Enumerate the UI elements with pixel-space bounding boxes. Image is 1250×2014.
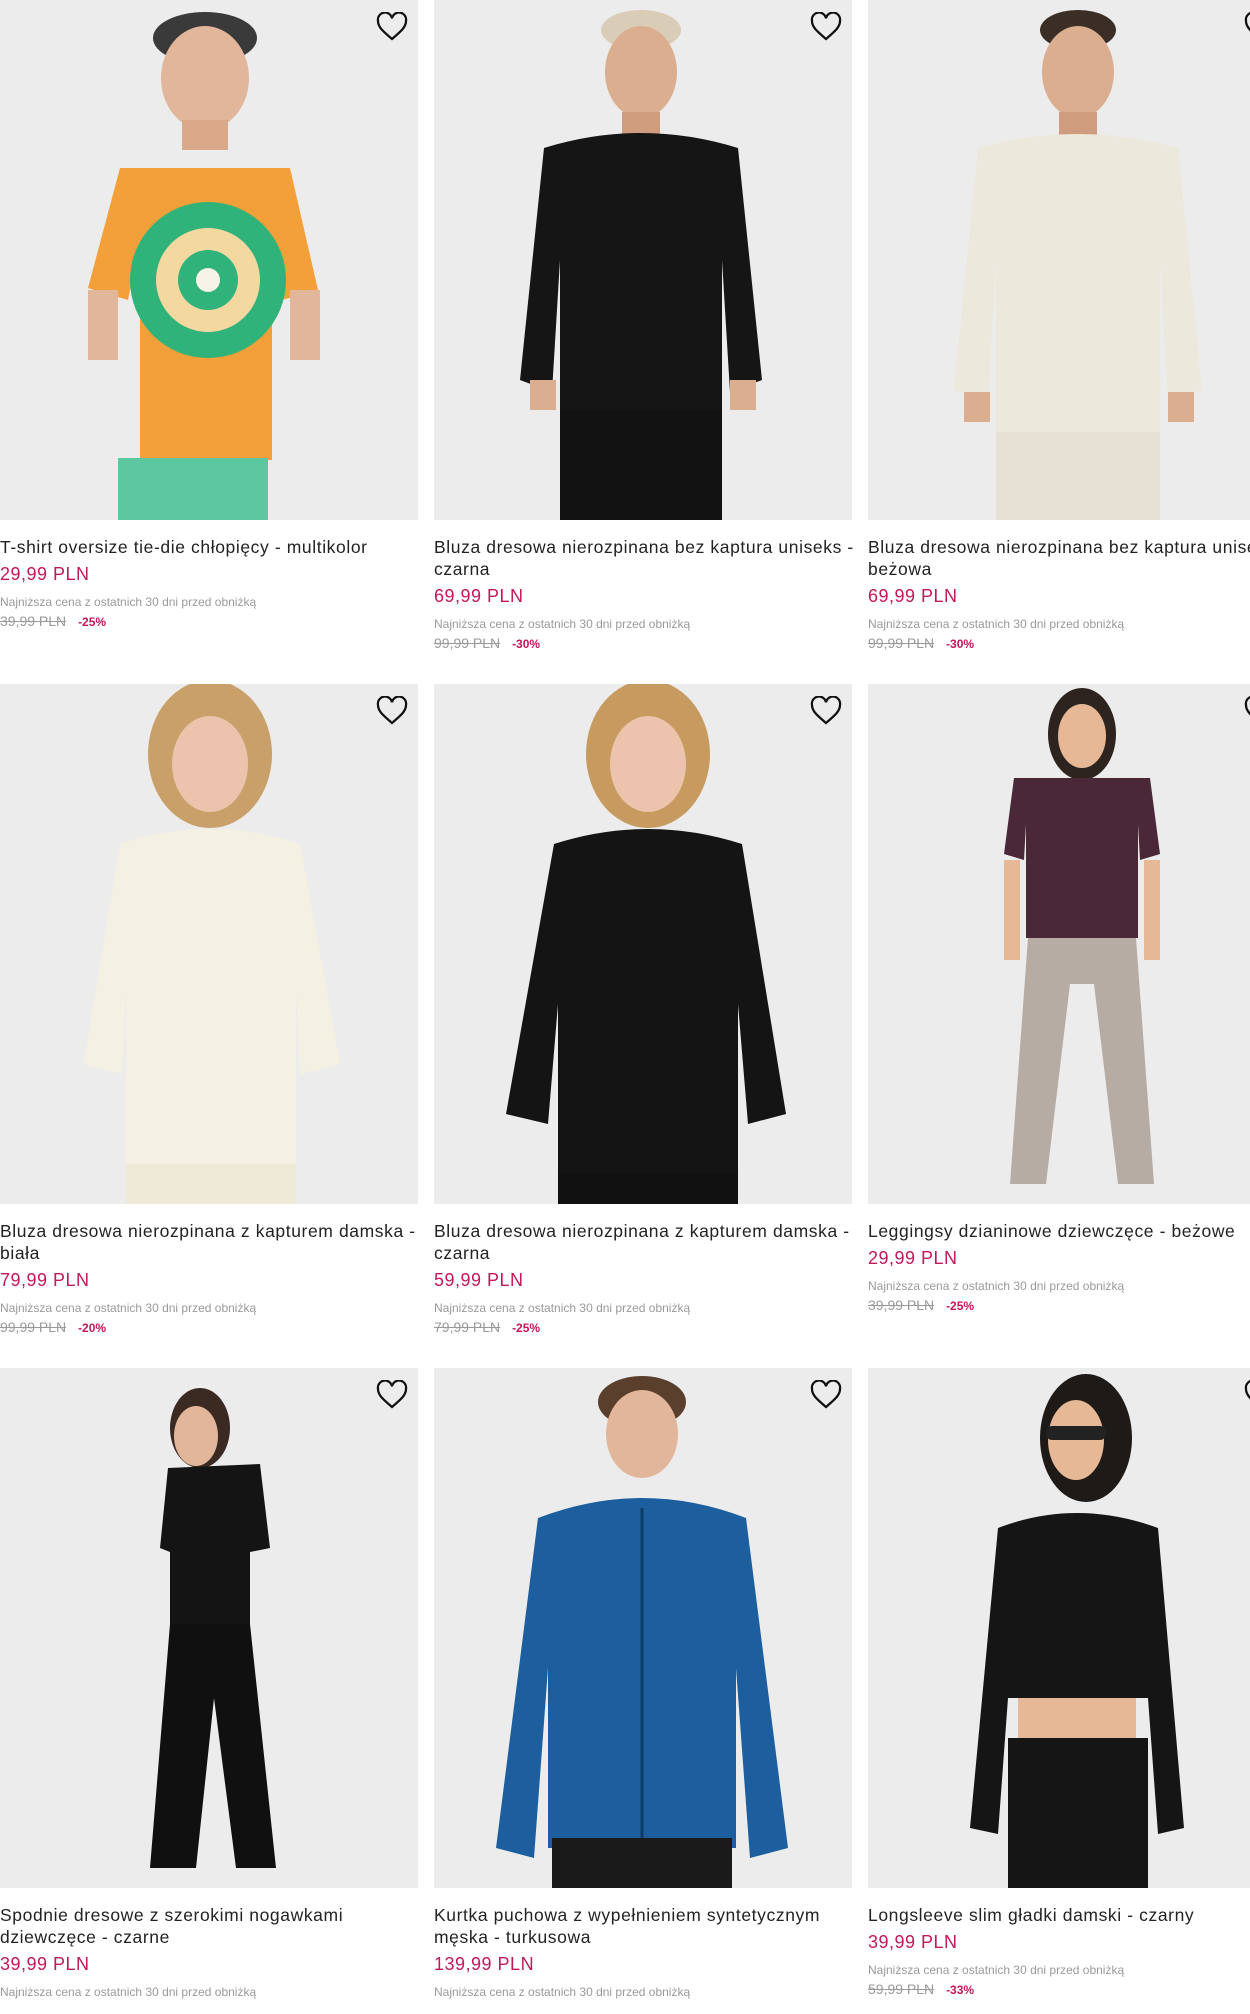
product-card[interactable]: Kurtka puchowa z wypełnieniem syntetyczn…: [434, 1368, 852, 1999]
product-price: 29,99 PLN: [0, 564, 90, 584]
product-image[interactable]: [434, 1368, 852, 1888]
product-photo: [868, 0, 1250, 520]
lowest-price-label: Najniższa cena z ostatnich 30 dni przed …: [868, 1279, 1125, 1293]
old-price: 59,99 PLN: [868, 1981, 935, 1997]
old-price: 39,99 PLN: [0, 613, 67, 629]
product-price: 39,99 PLN: [0, 1954, 90, 1974]
product-image[interactable]: [434, 0, 852, 520]
product-photo: [434, 1368, 852, 1888]
product-card[interactable]: T-shirt oversize tie-die chłopięcy - mul…: [0, 0, 418, 629]
product-card[interactable]: Bluza dresowa nierozpinana bez kaptura u…: [434, 0, 853, 651]
old-price: 39,99 PLN: [868, 1297, 935, 1313]
old-price: 99,99 PLN: [0, 1319, 67, 1335]
product-title[interactable]: Bluza dresowa nierozpinana z kapturem da…: [434, 1220, 864, 1264]
discount-badge: -25%: [78, 615, 107, 629]
product-image[interactable]: [0, 684, 418, 1204]
product-price: 139,99 PLN: [434, 1954, 535, 1974]
wishlist-heart-icon[interactable]: [376, 1379, 408, 1410]
product-card[interactable]: Bluza dresowa nierozpinana z kapturem da…: [0, 684, 418, 1335]
product-grid: T-shirt oversize tie-die chłopięcy - mul…: [0, 0, 1250, 2014]
product-image[interactable]: [868, 1368, 1250, 1888]
discount-badge: -30%: [512, 637, 541, 651]
lowest-price-label: Najniższa cena z ostatnich 30 dni przed …: [0, 595, 257, 609]
old-price: 79,99 PLN: [434, 1319, 501, 1335]
product-image[interactable]: [868, 0, 1250, 520]
product-photo: [0, 1368, 418, 1888]
product-title[interactable]: Bluza dresowa nierozpinana z kapturem da…: [0, 1220, 430, 1264]
wishlist-heart-icon[interactable]: [1244, 12, 1250, 42]
lowest-price-label: Najniższa cena z ostatnich 30 dni przed …: [0, 1301, 257, 1315]
old-price-row: 99,99 PLN -30%: [434, 635, 852, 651]
product-image[interactable]: [434, 684, 852, 1204]
product-photo: [0, 684, 418, 1204]
product-title[interactable]: Leggingsy dzianinowe dziewczęce - beżowe: [868, 1220, 1250, 1242]
wishlist-heart-icon[interactable]: [376, 11, 408, 42]
discount-badge: -30%: [946, 637, 975, 651]
product-image[interactable]: [0, 1368, 418, 1888]
product-photo: [434, 0, 852, 520]
product-image[interactable]: [868, 684, 1250, 1204]
product-title[interactable]: Kurtka puchowa z wypełnieniem syntetyczn…: [434, 1904, 864, 1948]
lowest-price-label: Najniższa cena z ostatnich 30 dni przed …: [434, 1301, 691, 1315]
product-card[interactable]: Spodnie dresowe z szerokimi nogawkami dz…: [0, 1368, 418, 1999]
lowest-price-label: Najniższa cena z ostatnich 30 dni przed …: [434, 617, 691, 631]
product-photo: [868, 684, 1250, 1204]
old-price-row: 99,99 PLN -30%: [868, 635, 1250, 651]
lowest-price-label: Najniższa cena z ostatnich 30 dni przed …: [0, 1985, 257, 1999]
product-title[interactable]: Bluza dresowa nierozpinana bez kaptura u…: [868, 536, 1250, 580]
product-price: 59,99 PLN: [434, 1270, 524, 1290]
product-price: 69,99 PLN: [434, 586, 524, 606]
discount-badge: -25%: [946, 1299, 975, 1313]
product-title[interactable]: Longsleeve slim gładki damski - czarny: [868, 1904, 1250, 1926]
product-photo: [434, 684, 852, 1204]
wishlist-heart-icon[interactable]: [810, 11, 842, 42]
product-title[interactable]: Spodnie dresowe z szerokimi nogawkami dz…: [0, 1904, 430, 1948]
old-price-row: 79,99 PLN -25%: [434, 1319, 852, 1335]
wishlist-heart-icon[interactable]: [810, 1379, 842, 1410]
old-price: 99,99 PLN: [434, 635, 501, 651]
product-title[interactable]: T-shirt oversize tie-die chłopięcy - mul…: [0, 536, 430, 558]
product-price: 79,99 PLN: [0, 1270, 90, 1290]
discount-badge: -33%: [946, 1983, 975, 1997]
product-price: 39,99 PLN: [868, 1932, 958, 1952]
product-title[interactable]: Bluza dresowa nierozpinana bez kaptura u…: [434, 536, 864, 580]
product-card[interactable]: Leggingsy dzianinowe dziewczęce - beżowe…: [868, 684, 1250, 1313]
old-price-row: 39,99 PLN -25%: [0, 613, 418, 629]
wishlist-heart-icon[interactable]: [1244, 1380, 1250, 1410]
old-price-row: 59,99 PLN -33%: [868, 1981, 1250, 1997]
product-photo: [0, 0, 418, 520]
product-price: 69,99 PLN: [868, 586, 958, 606]
product-card[interactable]: Bluza dresowa nierozpinana z kapturem da…: [434, 684, 852, 1335]
lowest-price-label: Najniższa cena z ostatnich 30 dni przed …: [434, 1985, 691, 1999]
wishlist-heart-icon[interactable]: [810, 695, 842, 726]
product-card[interactable]: Bluza dresowa nierozpinana bez kaptura u…: [868, 0, 1250, 651]
product-image[interactable]: [0, 0, 418, 520]
wishlist-heart-icon[interactable]: [1244, 696, 1250, 726]
lowest-price-label: Najniższa cena z ostatnich 30 dni przed …: [868, 617, 1125, 631]
discount-badge: -20%: [78, 1321, 107, 1335]
discount-badge: -25%: [512, 1321, 541, 1335]
product-card[interactable]: Longsleeve slim gładki damski - czarny 3…: [868, 1368, 1250, 1997]
old-price: 99,99 PLN: [868, 635, 935, 651]
product-price: 29,99 PLN: [868, 1248, 958, 1268]
old-price-row: 99,99 PLN -20%: [0, 1319, 418, 1335]
lowest-price-label: Najniższa cena z ostatnich 30 dni przed …: [868, 1963, 1125, 1977]
old-price-row: 39,99 PLN -25%: [868, 1297, 1250, 1313]
wishlist-heart-icon[interactable]: [376, 695, 408, 726]
product-photo: [868, 1368, 1250, 1888]
